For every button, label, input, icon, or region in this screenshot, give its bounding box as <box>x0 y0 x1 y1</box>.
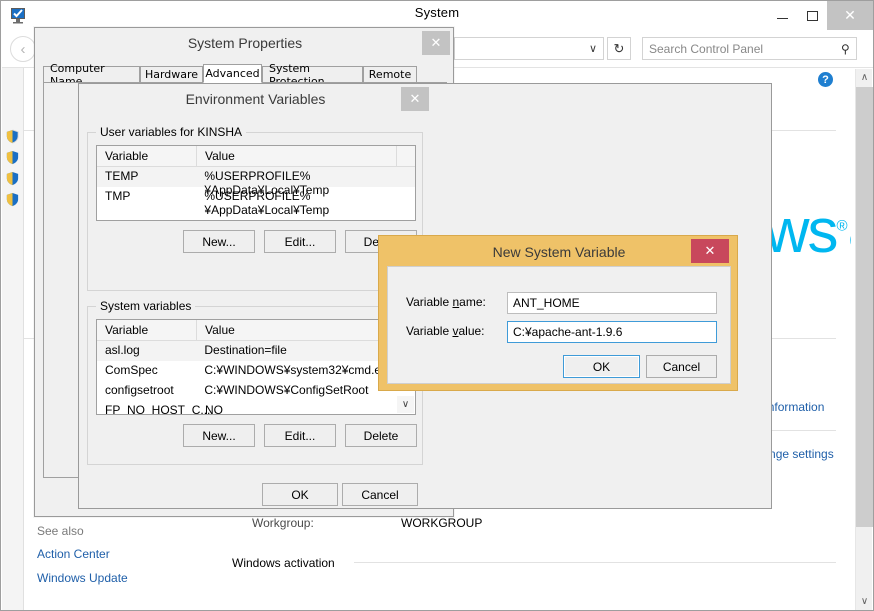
search-icon: ⚲ <box>841 41 850 56</box>
column-value[interactable]: Value <box>197 146 397 167</box>
env-ok-button[interactable]: OK <box>262 483 338 506</box>
table-row[interactable]: configsetroot C:¥WINDOWS¥ConfigSetRoot <box>97 381 415 401</box>
table-row[interactable]: TMP %USERPROFILE%¥AppData¥Local¥Temp <box>97 187 415 217</box>
cell-variable: asl.log <box>105 343 140 357</box>
screen: System ✕ ‹ ∨ ↻ Search Control Panel ⚲ ? … <box>0 0 874 611</box>
variable-value-label: Variable value: <box>406 324 485 338</box>
divider <box>354 562 836 563</box>
new-system-variable-titlebar: New System Variable ✕ <box>387 239 729 266</box>
cell-value: %USERPROFILE%¥AppData¥Local¥Temp <box>204 169 330 197</box>
shield-icon[interactable] <box>5 129 20 144</box>
column-variable[interactable]: Variable <box>97 146 197 167</box>
tab-remote[interactable]: Remote <box>363 66 417 83</box>
minimize-button[interactable] <box>767 1 797 30</box>
new-var-ok-button[interactable]: OK <box>563 355 640 378</box>
address-bar[interactable]: ∨ <box>454 37 604 60</box>
close-button[interactable]: ✕ <box>827 1 873 30</box>
cell-value: %USERPROFILE%¥AppData¥Local¥Temp <box>204 189 330 217</box>
scrollbar-thumb[interactable] <box>856 87 873 527</box>
user-edit-button[interactable]: Edit... <box>264 230 336 253</box>
system-edit-button[interactable]: Edit... <box>264 424 336 447</box>
table-row[interactable]: FP_NO_HOST_C... NO <box>97 401 415 415</box>
help-icon[interactable]: ? <box>818 72 833 87</box>
user-variables-legend: User variables for KINSHA <box>96 125 247 139</box>
search-placeholder: Search Control Panel <box>649 41 764 56</box>
system-variables-list[interactable]: Variable Value asl.log Destination=file … <box>96 319 416 415</box>
control-panel-sidebar <box>2 68 24 610</box>
variable-value-input[interactable]: C:¥apache-ant-1.9.6 <box>507 321 717 343</box>
scroll-up-button[interactable]: ∧ <box>856 69 873 86</box>
system-variables-legend: System variables <box>96 299 196 313</box>
system-delete-button[interactable]: Delete <box>345 424 417 447</box>
variable-name-input[interactable]: ANT_HOME <box>507 292 717 314</box>
close-icon[interactable]: ✕ <box>691 239 729 263</box>
activation-section-label: Windows activation <box>232 556 341 570</box>
vertical-scrollbar[interactable]: ∧ ∨ <box>855 69 873 610</box>
see-also-label: See also <box>37 524 84 538</box>
tab-hardware[interactable]: Hardware <box>140 66 203 83</box>
environment-variables-titlebar: Environment Variables ✕ <box>79 84 771 116</box>
user-variables-list[interactable]: Variable Value TEMP %USERPROFILE%¥AppDat… <box>96 145 416 221</box>
workgroup-label: Workgroup: <box>252 516 314 530</box>
cell-value: NO <box>205 403 223 415</box>
window-title: System <box>414 5 460 20</box>
user-new-button[interactable]: New... <box>183 230 255 253</box>
dialog-title: New System Variable <box>492 244 626 260</box>
tab-system-protection[interactable]: System Protection <box>262 62 363 88</box>
scroll-down-button[interactable]: ∨ <box>856 593 873 610</box>
windows-update-link[interactable]: Windows Update <box>37 571 128 585</box>
back-button[interactable]: ‹ <box>10 36 36 62</box>
column-variable[interactable]: Variable <box>97 320 197 341</box>
shield-icon[interactable] <box>5 150 20 165</box>
cell-variable: ComSpec <box>105 363 158 377</box>
new-system-variable-body: Variable name: ANT_HOME Variable value: … <box>387 266 731 384</box>
windows-version-number: 8 <box>848 197 851 266</box>
registered-mark: ® <box>836 217 848 235</box>
variable-name-label: Variable name: <box>406 295 486 309</box>
system-variables-group: System variables Variable Value asl.log … <box>87 299 423 465</box>
action-center-link[interactable]: Action Center <box>37 547 110 561</box>
column-value[interactable]: Value <box>197 320 397 341</box>
list-header: Variable Value <box>97 146 415 167</box>
new-system-variable-dialog: New System Variable ✕ Variable name: ANT… <box>378 235 738 391</box>
cell-variable: TMP <box>105 189 131 203</box>
dialog-title: Environment Variables <box>185 91 326 107</box>
window-controls: ✕ <box>767 1 873 30</box>
list-header: Variable Value <box>97 320 415 341</box>
search-input[interactable]: Search Control Panel ⚲ <box>642 37 857 60</box>
shield-icon[interactable] <box>5 192 20 207</box>
maximize-button[interactable] <box>797 1 827 30</box>
system-new-button[interactable]: New... <box>183 424 255 447</box>
table-row[interactable]: asl.log Destination=file <box>97 341 415 361</box>
shield-icon[interactable] <box>5 171 20 186</box>
close-icon[interactable]: ✕ <box>401 87 429 111</box>
user-variables-group: User variables for KINSHA Variable Value… <box>87 125 423 291</box>
system-properties-titlebar: System Properties ✕ <box>35 28 453 61</box>
tab-strip: Computer Name Hardware Advanced System P… <box>43 62 447 88</box>
workgroup-value: WORKGROUP <box>401 516 483 530</box>
cell-variable: FP_NO_HOST_C... <box>105 403 211 415</box>
refresh-button[interactable]: ↻ <box>607 37 631 60</box>
new-var-cancel-button[interactable]: Cancel <box>646 355 717 378</box>
table-row[interactable]: ComSpec C:¥WINDOWS¥system32¥cmd.exe <box>97 361 415 381</box>
tab-computer-name[interactable]: Computer Name <box>43 62 140 88</box>
tab-advanced[interactable]: Advanced <box>203 64 262 83</box>
chevron-down-icon[interactable]: ∨ <box>589 42 597 55</box>
list-scroll-down-button[interactable]: ∨ <box>397 396 414 413</box>
table-row[interactable]: TEMP %USERPROFILE%¥AppData¥Local¥Temp <box>97 167 415 197</box>
cell-variable: TEMP <box>105 169 139 183</box>
dialog-title: System Properties <box>187 35 303 51</box>
cell-variable: configsetroot <box>105 383 174 397</box>
close-icon[interactable]: ✕ <box>422 31 450 55</box>
env-cancel-button[interactable]: Cancel <box>342 483 418 506</box>
system-titlebar: System ✕ <box>1 1 873 30</box>
